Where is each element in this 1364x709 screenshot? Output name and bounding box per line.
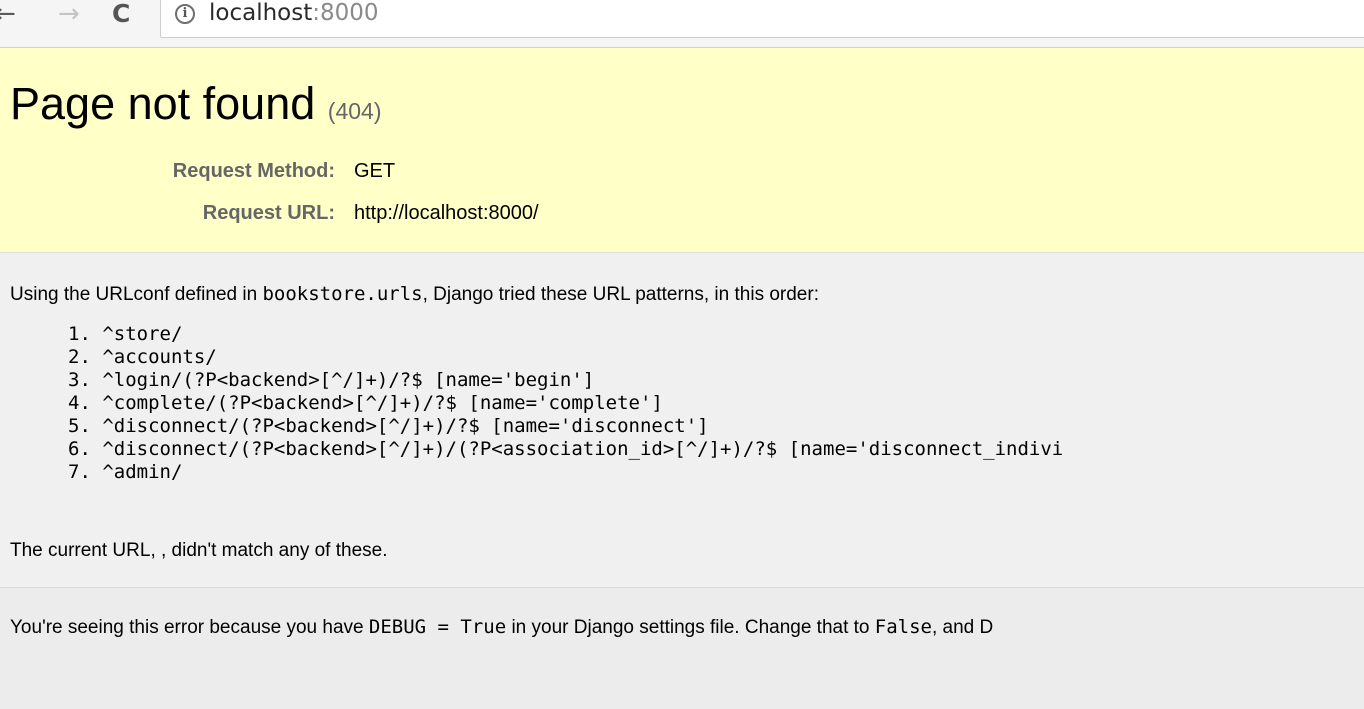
- forward-arrow-icon[interactable]: →: [58, 0, 80, 30]
- request-method-value: GET: [354, 160, 396, 182]
- pattern-number: 2.: [68, 346, 91, 368]
- url-port: :8000: [312, 0, 379, 26]
- url-pattern-item: 6. ^disconnect/(?P<backend>[^/]+)/(?P<as…: [68, 438, 1063, 461]
- pattern-number: 5.: [68, 415, 91, 437]
- request-url-value: http://localhost:8000/: [354, 202, 539, 224]
- explanation-text-middle: in your Django settings file. Change tha…: [506, 617, 875, 638]
- url-pattern-item: 1. ^store/: [68, 323, 1063, 346]
- explanation-text-after: , and D: [931, 617, 994, 638]
- pattern-number: 3.: [68, 369, 91, 391]
- intro-text-after: , Django tried these URL patterns, in th…: [422, 284, 819, 305]
- url-pattern-item: 2. ^accounts/: [68, 346, 1063, 369]
- no-match-message: The current URL, , didn't match any of t…: [10, 540, 388, 561]
- request-url-label: Request URL:: [202, 202, 335, 224]
- pattern-number: 1.: [68, 323, 91, 345]
- pattern-number: 4.: [68, 392, 91, 414]
- url-pattern-item: 3. ^login/(?P<backend>[^/]+)/?$ [name='b…: [68, 369, 1063, 392]
- pattern-text: ^login/(?P<backend>[^/]+)/?$ [name='begi…: [102, 369, 595, 391]
- pattern-text: ^accounts/: [102, 346, 217, 368]
- url-patterns-section: Using the URLconf defined in bookstore.u…: [0, 253, 1364, 587]
- address-bar-url[interactable]: localhost:8000: [209, 0, 379, 26]
- debug-explanation-text: You're seeing this error because you hav…: [10, 616, 993, 639]
- explanation-text-before: You're seeing this error because you hav…: [10, 617, 369, 638]
- pattern-text: ^disconnect/(?P<backend>[^/]+)/(?P<assoc…: [102, 438, 1064, 460]
- pattern-number: 7.: [68, 461, 91, 483]
- error-summary: Page not found (404) Request Method: GET…: [0, 48, 1364, 253]
- request-method-label: Request Method:: [172, 160, 335, 182]
- debug-explanation: You're seeing this error because you hav…: [0, 587, 1364, 709]
- url-pattern-list: 1. ^store/2. ^accounts/3. ^login/(?P<bac…: [68, 323, 1063, 484]
- url-pattern-item: 7. ^admin/: [68, 461, 1063, 484]
- url-pattern-item: 4. ^complete/(?P<backend>[^/]+)/?$ [name…: [68, 392, 1063, 415]
- pattern-text: ^disconnect/(?P<backend>[^/]+)/?$ [name=…: [102, 415, 709, 437]
- false-value-code: False: [874, 616, 932, 638]
- status-code: (404): [327, 98, 382, 124]
- browser-toolbar: ← → C i localhost:8000: [0, 0, 1364, 48]
- intro-text-before: Using the URLconf defined in: [10, 284, 263, 305]
- urlconf-module: bookstore.urls: [262, 283, 423, 305]
- url-pattern-item: 5. ^disconnect/(?P<backend>[^/]+)/?$ [na…: [68, 415, 1063, 438]
- pattern-text: ^store/: [102, 323, 183, 345]
- debug-setting-code: DEBUG = True: [368, 616, 507, 638]
- page-title: Page not found (404): [10, 78, 382, 130]
- url-host: localhost: [209, 0, 313, 26]
- page-title-text: Page not found: [10, 78, 316, 129]
- back-arrow-icon[interactable]: ←: [0, 0, 16, 30]
- pattern-number: 6.: [68, 438, 91, 460]
- pattern-text: ^complete/(?P<backend>[^/]+)/?$ [name='c…: [102, 392, 663, 414]
- site-info-icon[interactable]: i: [175, 4, 195, 24]
- urlconf-intro: Using the URLconf defined in bookstore.u…: [10, 283, 819, 306]
- address-bar[interactable]: i localhost:8000: [160, 0, 1364, 38]
- reload-icon[interactable]: C: [112, 0, 130, 30]
- pattern-text: ^admin/: [102, 461, 183, 483]
